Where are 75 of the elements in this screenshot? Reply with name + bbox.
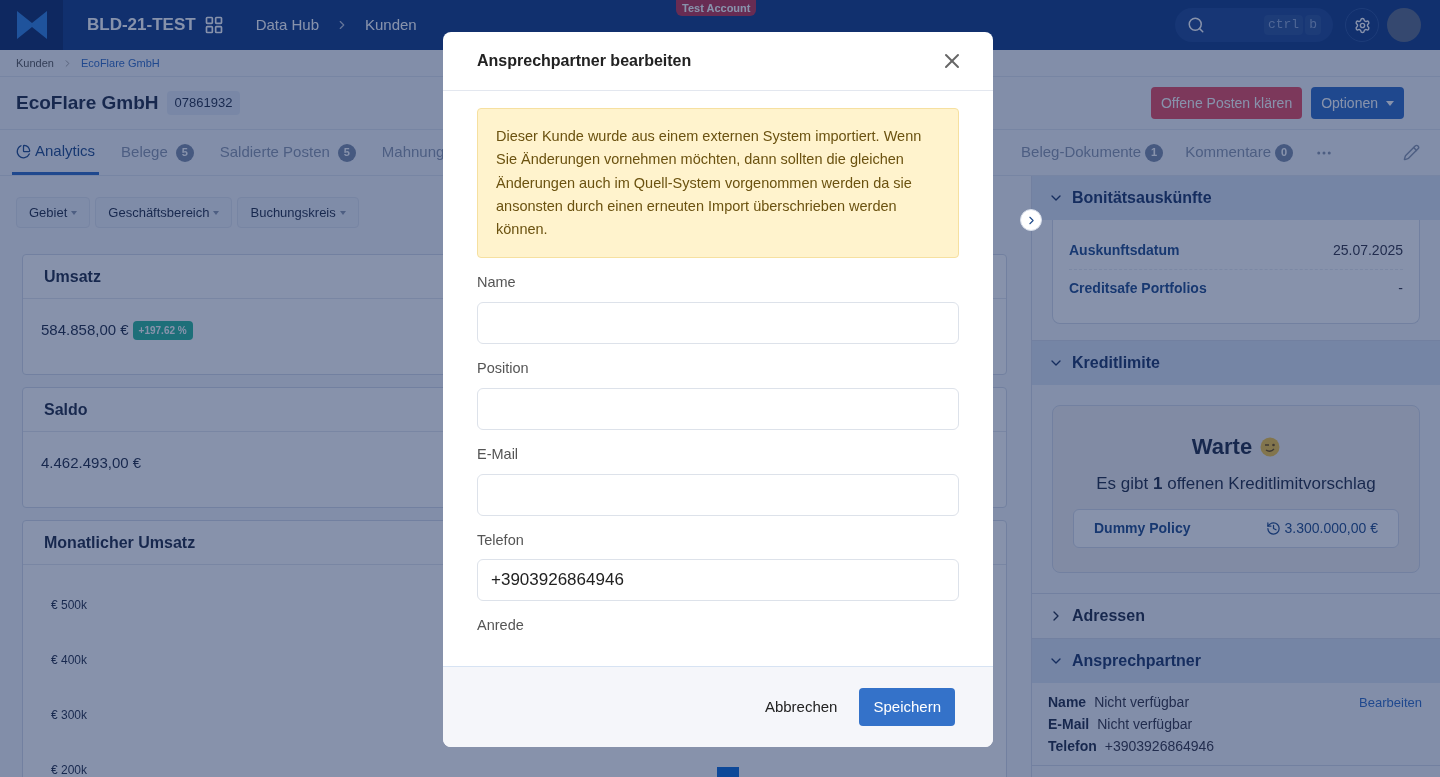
filter-dropdown[interactable]: Geschäftsbereich — [95, 197, 233, 228]
customer-name: EcoFlare GmbH — [16, 90, 159, 115]
section-header[interactable]: Ansprechpartner — [1032, 638, 1440, 683]
count-badge: 5 — [175, 143, 194, 162]
caret-icon — [213, 210, 220, 215]
app-grid-icon[interactable] — [203, 15, 224, 35]
search-icon — [1187, 16, 1205, 34]
contact-value: Nicht verfügbar — [1097, 714, 1193, 734]
import-notice: Dieser Kunde wurde aus einem externen System importiert. Wenn Sie Änderungen vornehmen möchten, dann sollten die gleichen Änderungen auch im Quell-System vorgenommen werden da sie ansonsten durch einen erneuten Import überschrieben werden können. — [477, 108, 959, 259]
breadcrumb-link[interactable]: Kunden — [16, 54, 54, 72]
field-label: Name — [477, 273, 517, 293]
input-field[interactable] — [477, 473, 959, 516]
section-header[interactable]: Bonitätsauskünfte — [1032, 176, 1440, 220]
axis-label: € 400k — [51, 652, 88, 669]
stat-value: 4.462.493,00 € — [41, 453, 142, 473]
change-badge: +197.62 % — [132, 320, 193, 340]
input-field[interactable]: +3903926864946 — [477, 559, 959, 602]
filter-dropdown[interactable]: Gebiet — [16, 197, 91, 228]
count-badge: 0 — [1275, 143, 1293, 162]
input-field[interactable] — [477, 388, 959, 430]
app-name: BLD-21-TEST — [87, 14, 196, 37]
customer-number: 07861932 — [166, 91, 241, 115]
contact-label: E-Mail — [1048, 714, 1090, 734]
pie-chart-icon — [16, 143, 31, 159]
filter-dropdown[interactable]: Buchungskreis — [237, 197, 359, 228]
avatar[interactable] — [1387, 8, 1421, 42]
fact-label: Auskunftsdatum — [1069, 241, 1180, 260]
card-title: Umsatz — [44, 266, 101, 287]
modal-title: Ansprechpartner bearbeiten — [477, 51, 692, 71]
field-label: Position — [477, 359, 530, 379]
card-title: Monatlicher Umsatz — [44, 532, 196, 553]
field-label: Telefon — [477, 530, 525, 550]
wink-emoji-icon — [1260, 436, 1281, 457]
policy-name: Dummy Policy — [1094, 518, 1191, 538]
fact-value: 25.07.2025 — [1332, 241, 1403, 260]
history-icon — [1265, 520, 1281, 536]
logo-icon — [14, 8, 49, 42]
credit-heading: Warte — [1191, 433, 1253, 461]
settings-icon — [1353, 16, 1371, 34]
policy-amount: 3.300.000,00 € — [1284, 518, 1378, 538]
section-header[interactable]: Kreditlimite — [1032, 341, 1440, 385]
axis-label: € 500k — [51, 597, 88, 614]
policy-row[interactable]: Dummy Policy 3.300.000,00 € — [1073, 508, 1399, 548]
axis-label: € 200k — [51, 762, 88, 777]
options-button[interactable]: Optionen — [1311, 87, 1404, 119]
action-button[interactable]: Offene Posten klären — [1150, 87, 1303, 119]
nav-link[interactable]: Data Hub — [255, 13, 319, 37]
credit-text: Es gibt 1 offenen Kreditlimitvorschlag — [1096, 473, 1376, 495]
card-title: Saldo — [44, 399, 88, 420]
logo-tile[interactable] — [0, 0, 63, 50]
cancel-button[interactable]: Abbrechen — [760, 688, 842, 726]
field-label: E-Mail — [477, 445, 520, 464]
caret-icon — [339, 210, 346, 215]
edit-icon[interactable] — [1403, 144, 1420, 161]
collapse-toggle[interactable] — [1020, 209, 1042, 231]
contact-label: Telefon — [1048, 736, 1097, 756]
count-badge: 5 — [337, 143, 356, 162]
fact-label: Creditsafe Portfolios — [1069, 279, 1207, 298]
contact-label: Name — [1048, 692, 1087, 712]
field-label: Anrede — [477, 616, 525, 636]
contact-value: Nicht verfügbar — [1094, 692, 1190, 712]
nav-link[interactable]: Kunden — [365, 13, 417, 37]
caret-icon — [1386, 100, 1394, 106]
environment-badge: Test Account — [676, 0, 757, 16]
input-field[interactable] — [477, 302, 959, 345]
axis-label: € 300k — [51, 707, 88, 724]
caret-icon — [71, 210, 78, 215]
tab[interactable]: Analytics — [12, 130, 100, 175]
fact-value: - — [1398, 279, 1403, 298]
stat-value: 584.858,00 € — [41, 320, 129, 340]
count-badge: 1 — [1145, 143, 1164, 162]
save-button[interactable]: Speichern — [859, 688, 955, 726]
contact-value: +3903926864946 — [1104, 736, 1215, 756]
breadcrumb-link[interactable]: EcoFlare GmbH — [80, 54, 160, 72]
edit-link[interactable]: Bearbeiten — [1359, 692, 1422, 712]
